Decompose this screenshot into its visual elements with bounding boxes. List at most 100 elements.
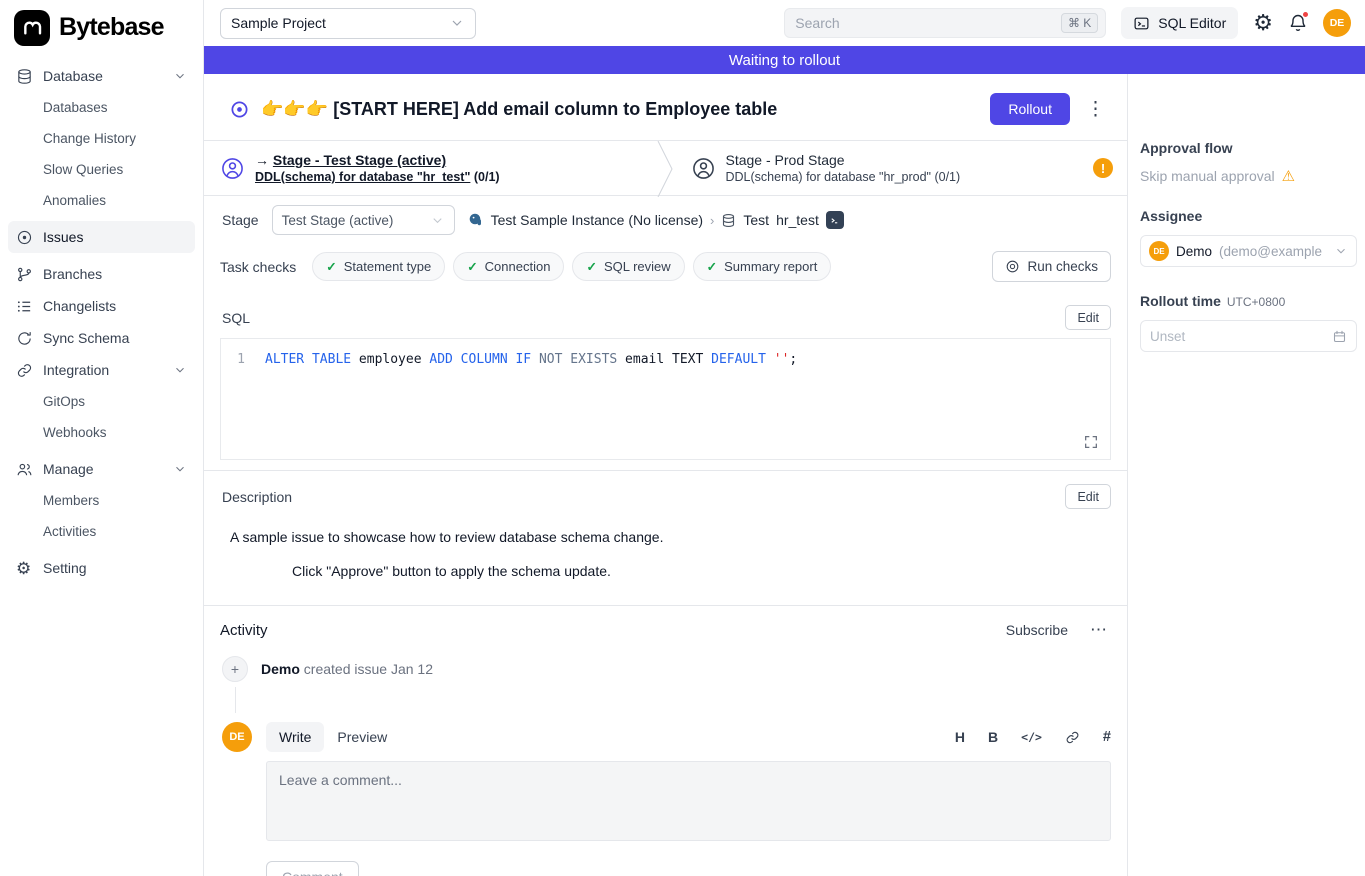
chevron-down-icon (173, 462, 187, 476)
stage-task: DDL(schema) for database "hr_prod" (0/1) (726, 170, 961, 184)
description-edit-button[interactable]: Edit (1065, 484, 1111, 509)
sql-edit-button[interactable]: Edit (1065, 305, 1111, 330)
sidebar-item-label: Setting (43, 560, 87, 576)
run-checks-button[interactable]: Run checks (992, 251, 1111, 282)
sidebar-item-change-history[interactable]: Change History (8, 123, 195, 154)
link-icon[interactable] (1065, 730, 1080, 745)
comment-textarea[interactable] (266, 761, 1111, 841)
open-in-sql-editor-icon[interactable] (826, 211, 844, 229)
assignee-select[interactable]: DE Demo (demo@example (1140, 235, 1357, 267)
stage-separator-chevron (657, 141, 675, 195)
breadcrumb-separator: › (710, 213, 714, 228)
stage-select-value: Test Stage (active) (282, 213, 394, 228)
rollout-time-input[interactable] (1150, 329, 1326, 344)
sidebar-item-manage[interactable]: Manage (8, 453, 195, 485)
description-header: Description Edit (204, 471, 1127, 517)
database-icon (16, 68, 33, 85)
task-checks-label: Task checks (220, 259, 296, 275)
sidebar-item-members[interactable]: Members (8, 485, 195, 516)
issue-side-panel: Approval flow Skip manual approval ⚠ Ass… (1128, 74, 1365, 876)
more-options-icon[interactable]: ⋮ (1082, 100, 1109, 119)
check-badge-connection[interactable]: ✓ Connection (453, 252, 564, 281)
rollout-time-picker[interactable] (1140, 320, 1357, 352)
stage-task-count: (0/1) (470, 170, 499, 184)
sidebar-item-label: Change History (43, 131, 136, 146)
sidebar-item-issues[interactable]: Issues (8, 221, 195, 253)
sidebar-item-integration[interactable]: Integration (8, 354, 195, 386)
sql-statement: ALTER TABLE employee ADD COLUMN IF NOT E… (265, 350, 797, 369)
stage-title: Stage - Test Stage (active) (273, 152, 446, 168)
heading-icon[interactable]: H (955, 729, 965, 745)
description-section: Description Edit A sample issue to showc… (204, 470, 1127, 595)
sidebar-item-webhooks[interactable]: Webhooks (8, 417, 195, 448)
issues-icon (16, 229, 33, 246)
description-label: Description (222, 489, 292, 505)
sidebar-item-databases[interactable]: Databases (8, 92, 195, 123)
sidebar-item-slow-queries[interactable]: Slow Queries (8, 154, 195, 185)
main-content: 👉👉👉 [START HERE] Add email column to Emp… (204, 74, 1128, 876)
stage-title: Stage - Prod Stage (726, 152, 961, 168)
run-checks-icon (1005, 259, 1020, 274)
stage-label: Stage (222, 212, 259, 228)
sql-editor-icon (1133, 15, 1150, 32)
check-badge-summary-report[interactable]: ✓ Summary report (693, 252, 832, 281)
sidebar-item-branches[interactable]: Branches (8, 258, 195, 290)
warning-icon: ⚠ (1282, 169, 1295, 184)
search-box[interactable]: ⌘ K (784, 8, 1106, 38)
hash-icon[interactable]: # (1103, 729, 1111, 745)
rollout-button[interactable]: Rollout (990, 93, 1070, 125)
database-link[interactable]: hr_test (776, 212, 819, 228)
stage-person-icon (220, 156, 245, 181)
stage-card-text: → Stage - Test Stage (active) DDL(schema… (255, 152, 500, 184)
bytebase-logo-icon (14, 10, 50, 46)
sidebar-item-label: Issues (43, 229, 83, 245)
expand-editor-icon[interactable] (1081, 432, 1101, 452)
search-shortcut-kbd: ⌘ K (1061, 13, 1098, 33)
stage-select[interactable]: Test Stage (active) (272, 205, 455, 235)
project-select[interactable]: Sample Project (220, 8, 476, 39)
subscribe-button[interactable]: Subscribe (1006, 622, 1068, 638)
sidebar-item-activities[interactable]: Activities (8, 516, 195, 547)
tab-preview[interactable]: Preview (324, 722, 400, 752)
bytebase-logo[interactable]: Bytebase (0, 0, 203, 52)
description-body: A sample issue to showcase how to review… (204, 517, 1127, 595)
check-passed-icon: ✓ (586, 259, 596, 274)
postgres-elephant-icon (468, 212, 484, 228)
content-column: Sample Project ⌘ K SQL Editor ⚙ DE (204, 0, 1365, 876)
activity-more-icon[interactable]: ⋯ (1086, 620, 1111, 640)
check-badge-statement-type[interactable]: ✓ Statement type (312, 252, 445, 281)
check-badge-sql-review[interactable]: ✓ SQL review (572, 252, 684, 281)
bold-icon[interactable]: B (988, 729, 998, 745)
sidebar-item-database[interactable]: Database (8, 60, 195, 92)
sidebar-item-changelists[interactable]: Changelists (8, 290, 195, 322)
user-avatar[interactable]: DE (1323, 9, 1351, 37)
sidebar-item-gitops[interactable]: GitOps (8, 386, 195, 417)
sidebar-item-setting[interactable]: ⚙ Setting (8, 552, 195, 584)
sidebar-item-label: Slow Queries (43, 162, 123, 177)
composer-avatar: DE (222, 722, 252, 752)
activity-section: Activity Subscribe ⋯ + Demo created issu… (204, 605, 1127, 876)
chevron-down-icon (449, 15, 465, 31)
check-badge-label: Connection (485, 259, 551, 274)
sidebar-item-anomalies[interactable]: Anomalies (8, 185, 195, 216)
sidebar-item-label: Branches (43, 266, 102, 282)
status-banner-text: Waiting to rollout (729, 52, 840, 69)
assignee-label: Assignee (1140, 208, 1357, 224)
sql-editor-label: SQL Editor (1158, 15, 1226, 31)
notifications-bell-button[interactable] (1288, 13, 1308, 33)
comment-submit-button[interactable]: Comment (266, 861, 359, 876)
sidebar-item-label: Manage (43, 461, 94, 477)
code-icon[interactable]: </> (1021, 730, 1042, 744)
sql-editor-button[interactable]: SQL Editor (1121, 7, 1238, 39)
line-number: 1 (221, 350, 265, 369)
tab-write[interactable]: Write (266, 722, 324, 752)
stage-card-prod[interactable]: Stage - Prod Stage DDL(schema) for datab… (675, 141, 1128, 195)
stage-card-test[interactable]: → Stage - Test Stage (active) DDL(schema… (204, 141, 657, 195)
comment-composer: DE Write Preview H B (204, 718, 1127, 876)
instance-link[interactable]: Test Sample Instance (No license) (491, 212, 703, 228)
settings-gear-button[interactable]: ⚙ (1253, 10, 1273, 36)
sidebar-item-sync-schema[interactable]: Sync Schema (8, 322, 195, 354)
search-input[interactable] (795, 15, 1053, 31)
sql-editor-area[interactable]: 1 ALTER TABLE employee ADD COLUMN IF NOT… (220, 338, 1111, 460)
markdown-toolbar: H B </> # (955, 729, 1111, 745)
